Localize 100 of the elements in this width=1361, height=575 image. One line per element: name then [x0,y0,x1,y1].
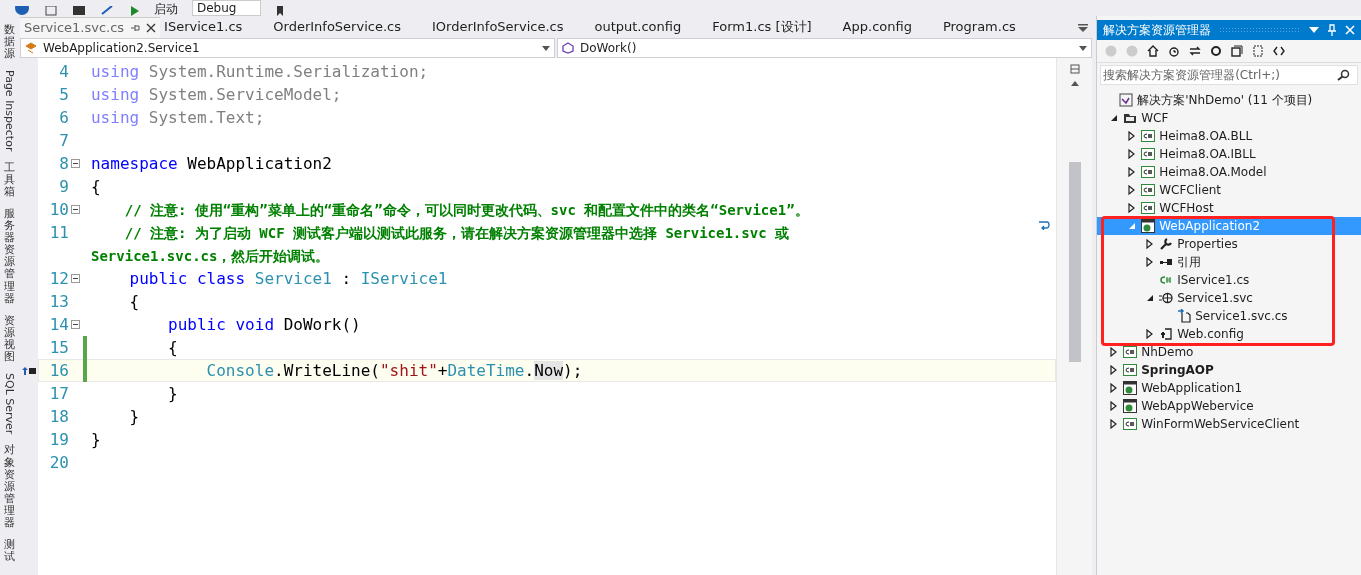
tree-item[interactable]: IService1.cs [1097,271,1361,289]
collapse-icon[interactable] [71,320,81,329]
code-keyword: public void [167,315,274,334]
tool-window-tab[interactable]: 测试 [4,539,16,564]
tree-item[interactable]: Heima8.OA.BLL [1097,127,1361,145]
dropdown-icon[interactable] [1309,27,1319,33]
document-tab[interactable]: App.config [838,17,939,37]
collapse-icon[interactable] [71,159,81,168]
csharp-project-icon [1123,417,1138,431]
collapse-icon[interactable] [71,205,81,214]
tree-item[interactable]: Web.config [1097,325,1361,343]
document-tab[interactable]: Form1.cs [设计] [708,17,839,37]
line-number: 19 [48,430,69,449]
tree-item[interactable]: WCFClient [1097,181,1361,199]
start-label[interactable]: 启动 [154,2,178,16]
pin-icon[interactable] [130,22,141,33]
search-icon[interactable] [1337,69,1351,81]
code-type: Console [205,361,274,380]
code-keyword: using [91,85,140,104]
expanded-arrow-icon[interactable] [1146,294,1155,302]
tool-window-tab[interactable]: 工具箱 [4,161,16,198]
bookmark-icon[interactable] [275,6,286,16]
dropdown-icon[interactable] [1078,24,1089,32]
csharp-project-icon [1141,201,1156,215]
tree-item[interactable]: Service1.svc [1097,289,1361,307]
tool-window-tab[interactable]: Page Inspector [3,70,17,152]
close-icon[interactable] [146,22,157,33]
globe-icon [1159,291,1174,305]
csharp-project-icon [1141,183,1156,197]
document-tab[interactable]: IOrderInfoService.cs [427,17,591,37]
tree-item[interactable]: WCFHost [1097,199,1361,217]
tree-item[interactable]: Heima8.OA.Model [1097,163,1361,181]
line-number: 14 [48,315,69,334]
split-icon[interactable] [1069,64,1080,74]
pin-icon[interactable] [1327,24,1337,36]
code-text: DoWork() [282,315,361,334]
code-keyword: using [91,62,140,81]
collapsed-arrow-icon[interactable] [1146,329,1155,339]
csharp-project-icon [1123,345,1138,359]
code-text: { [91,177,101,196]
home-icon[interactable] [1147,45,1160,57]
scrollbar-thumb[interactable] [1068,162,1081,362]
caret-icon [1079,45,1088,51]
word-wrap-icon [1038,220,1051,230]
tool-window-tab[interactable]: SQL Server [3,373,17,435]
line-number: 5 [58,85,69,104]
sync-icon[interactable] [1189,45,1202,57]
code-text: .WriteLine( [274,361,380,380]
document-tab[interactable]: Program.cs [938,17,1043,37]
code-text: System.Runtime.Serialization; [147,62,429,81]
tool-window-tab[interactable]: 服务器资源管理器 [4,208,16,305]
tree-item[interactable]: 引用 [1097,253,1361,271]
search-field[interactable]: 搜索解决方案资源管理器(Ctrl+;) [1100,65,1358,85]
csharp-project-icon [1123,363,1138,377]
code-text: { [128,292,140,311]
tree-item[interactable]: Heima8.OA.IBLL [1097,145,1361,163]
wrench-icon [1159,237,1174,251]
history-icon[interactable] [1168,45,1181,57]
configuration-dropdown[interactable]: Debug [192,0,262,16]
tree-item[interactable]: Properties [1097,235,1361,253]
config-file-icon [1159,327,1174,341]
code-text: System.ServiceModel; [147,85,342,104]
new-item-icon[interactable] [44,6,58,16]
line-number: 15 [48,338,69,357]
tool-window-tab[interactable]: 对象资源管理器 [4,444,16,530]
type-dropdown[interactable]: WebApplication2.Service1 [20,38,555,58]
tree-item[interactable]: 解决方案'NhDemo' (11 个项目) [1097,91,1361,109]
line-number: 17 [48,384,69,403]
tree-item[interactable]: WCF [1097,109,1361,127]
code-keyword: namespace [91,154,178,173]
tree-item[interactable]: Service1.svc.cs [1097,307,1361,325]
collapse-all-icon[interactable] [1231,45,1244,57]
method-icon [562,42,574,54]
document-tab[interactable]: Service1.svc.cs [20,16,161,38]
tree-item[interactable]: WebAppWebervice [1097,397,1361,415]
line-number: 13 [48,292,69,311]
csharp-project-icon [1141,129,1156,143]
expanded-arrow-icon[interactable] [1110,114,1119,122]
member-dropdown[interactable]: DoWork() [557,38,1093,58]
document-tab[interactable]: OrderInfoService.cs [269,17,428,37]
tool-window-tab[interactable]: 数据源 [4,24,16,61]
line-number: 4 [58,62,69,81]
codelens-icon[interactable] [22,366,36,375]
show-all-files-icon[interactable] [1252,45,1265,57]
tree-item[interactable]: SpringAOP [1097,361,1361,379]
code-type: IService1 [360,269,448,288]
tree-item[interactable]: NhDemo [1097,343,1361,361]
document-tab[interactable]: IService1.cs [160,17,270,37]
tree-item[interactable]: WebApplication1 [1097,379,1361,397]
line-number: 18 [48,407,69,426]
code-file-icon [1177,309,1192,323]
caret-icon [542,45,550,51]
collapse-icon[interactable] [71,274,81,283]
web-project-icon [1123,399,1138,413]
tool-window-tab[interactable]: 资源视图 [4,314,16,364]
document-tab[interactable]: output.config [590,17,709,37]
tree-item[interactable]: WinFormWebServiceClient [1097,415,1361,433]
code-icon[interactable] [1273,45,1286,57]
solution-icon [1119,93,1134,107]
line-number: 7 [58,131,69,150]
